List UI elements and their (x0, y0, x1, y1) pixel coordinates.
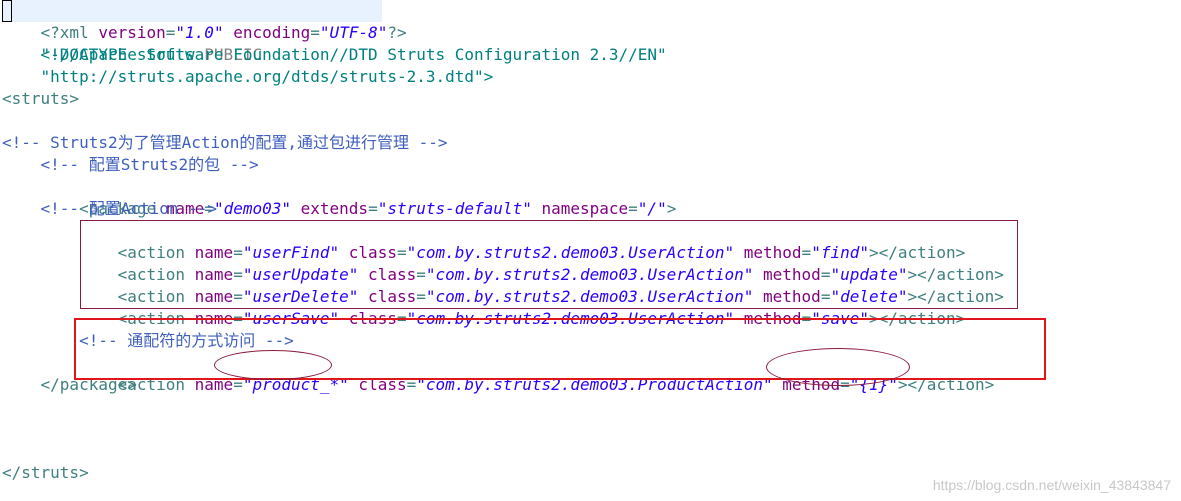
code-line-4[interactable]: "http://struts.apache.org/dtds/struts-2.… (2, 66, 494, 88)
attr-namespace: namespace (531, 199, 629, 218)
value-encoding: "UTF-8" (319, 23, 388, 42)
xml-decl-close: ?> (387, 23, 407, 42)
code-line-9[interactable]: <package name="demo03" extends="struts-d… (2, 176, 676, 218)
value-namespace: "/" (637, 199, 667, 218)
code-line-7[interactable]: <!-- Struts2为了管理Action的配置,通过包进行管理 --> (2, 132, 448, 154)
code-line-1[interactable]: <?xml version="1.0" encoding="UTF-8"?> (2, 0, 407, 42)
code-line-5[interactable]: <struts> (2, 88, 79, 110)
text-cursor (2, 0, 12, 22)
package-close: > (666, 199, 677, 218)
annotation-ellipse-method (766, 348, 910, 386)
code-line-2[interactable]: <!DOCTYPE struts PUBLIC (2, 22, 263, 64)
code-line-8[interactable]: <!-- 配置Struts2的包 --> (2, 154, 259, 176)
value-name: "demo03" (213, 199, 291, 218)
equals: = (628, 199, 638, 218)
code-line-10[interactable]: <!-- 配置Action --> (2, 198, 218, 220)
code-line-3[interactable]: "-//Apache Software Foundation//DTD Stru… (2, 44, 667, 66)
xml-editor[interactable]: <?xml version="1.0" encoding="UTF-8"?> <… (2, 0, 1181, 501)
value-extends: "struts-default" (377, 199, 532, 218)
equals: = (310, 23, 320, 42)
annotation-ellipse-product (214, 350, 332, 380)
attr-extends: extends (291, 199, 369, 218)
equals: = (368, 199, 378, 218)
annotation-box-user-actions (80, 220, 1018, 309)
watermark: https://blog.csdn.net/weixin_43843847 (932, 477, 1171, 493)
code-line-22[interactable]: </struts> (2, 462, 89, 484)
